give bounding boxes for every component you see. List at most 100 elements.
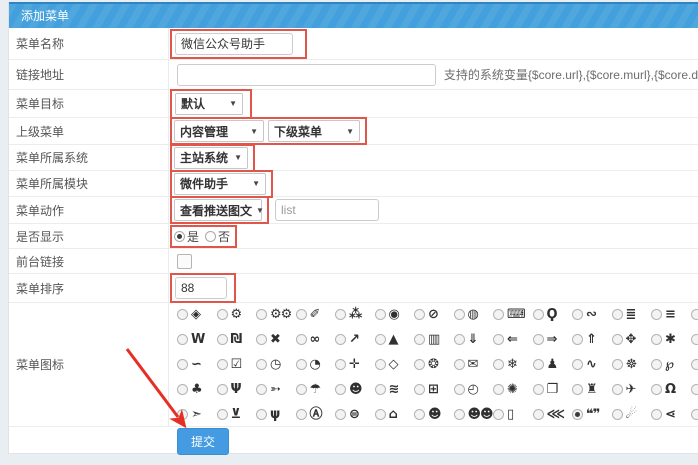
radio-icon[interactable] [177,334,188,345]
icon-option-tablet[interactable]: ▯ [493,408,533,421]
icon-option-envelope[interactable]: ✉ [454,358,494,371]
icon-option-arrow-circle-down[interactable]: ⇓ [454,333,494,346]
icon-option-check-square[interactable]: ☑ [217,358,257,371]
radio-icon[interactable] [177,359,188,370]
radio-icon[interactable] [177,384,188,395]
radio-icon[interactable] [256,409,267,420]
icon-option-list-ul[interactable]: ≣ [612,308,652,321]
icon-option-asterisk[interactable]: ✱ [651,333,691,346]
icon-option-diamond[interactable]: ◇ [375,358,415,371]
radio-icon[interactable] [533,334,544,345]
radio-icon[interactable] [217,309,228,320]
radio-icon[interactable] [335,309,346,320]
radio-icon[interactable] [572,409,583,420]
radio-icon[interactable] [217,334,228,345]
sub-menu-select[interactable]: 下级菜单 ▼ [268,120,360,142]
radio-icon[interactable] [612,309,623,320]
icon-option-w-signature[interactable]: W [177,333,217,346]
icon-option-line-chart[interactable]: ↗ [335,333,375,346]
icon-option-clone[interactable]: ❐ [533,383,573,396]
icon-option-street-view[interactable]: ♟ [533,358,573,371]
icon-option-pin-p[interactable]: ℘ [651,358,691,371]
radio-icon[interactable] [493,359,504,370]
icon-option-user-circle-solid[interactable]: ☻ [414,408,454,421]
icon-option-squiggle[interactable]: ∿ [572,358,612,371]
icon-option-share-alt[interactable]: ⋖ [651,408,691,421]
icon-option-wechat[interactable]: ❝❞ [572,408,612,421]
icon-option-align-justify[interactable]: ≡ [651,308,691,321]
radio-icon[interactable] [217,384,228,395]
icon-option-microphone[interactable]: ψ [256,408,296,421]
radio-icon[interactable] [217,409,228,420]
icon-option-laptop[interactable]: ⌨ [493,308,533,321]
icon-option-university[interactable]: ♜ [572,383,612,396]
icon-option-home[interactable]: ⌂ [375,408,415,421]
icon-option-partial[interactable] [691,384,698,395]
icon-option-partial[interactable] [691,409,698,420]
menu-module-select[interactable]: 微件助手 ▼ [174,173,266,195]
icon-option-yelp[interactable]: ✺ [493,383,533,396]
icon-option-chain[interactable]: ∽ [177,358,217,371]
radio-icon[interactable] [612,384,623,395]
menu-action-select[interactable]: 查看推送图文 ▼ [174,199,262,221]
radio-icon[interactable] [691,309,698,320]
icon-option-codepen[interactable]: ◈ [177,308,217,321]
radio-icon[interactable] [533,309,544,320]
radio-icon[interactable] [454,359,465,370]
radio-icon[interactable] [256,359,267,370]
icon-option-wifi[interactable]: ≋ [375,383,415,396]
icon-option-tree[interactable]: ♣ [177,383,217,396]
icon-option-cog[interactable]: ⚙ [217,308,257,321]
radio-icon[interactable] [256,384,267,395]
icon-option-fighter-jet[interactable]: ✈ [612,383,652,396]
icon-option-partial[interactable] [691,359,698,370]
icon-option-life-ring[interactable]: ☸ [612,358,652,371]
icon-option-globe[interactable]: ◍ [454,308,494,321]
radio-icon[interactable] [572,334,583,345]
radio-icon[interactable] [651,309,662,320]
icon-option-clock[interactable]: ◷ [256,358,296,371]
icon-option-snowflake[interactable]: ❄ [493,358,533,371]
submit-button[interactable]: 提交 [177,428,229,455]
parent-menu-select[interactable]: 内容管理 ▼ [174,120,264,142]
icon-option-partial[interactable] [691,334,698,345]
radio-icon[interactable] [691,359,698,370]
radio-icon[interactable] [612,409,623,420]
icon-option-weibo[interactable]: ☄ [612,408,652,421]
radio-icon[interactable] [691,334,698,345]
icon-option-partial[interactable] [691,309,698,320]
radio-icon[interactable] [296,359,307,370]
icon-option-windows[interactable]: ⊞ [414,383,454,396]
radio-icon[interactable] [414,384,425,395]
radio-icon[interactable] [493,309,504,320]
radio-icon[interactable] [414,309,425,320]
menu-system-select[interactable]: 主站系统 ▼ [174,147,248,169]
icon-option-trophy[interactable]: Ψ [217,383,257,396]
menu-name-input[interactable] [175,33,293,55]
visible-yes-radio[interactable]: 是 [174,228,199,245]
icon-option-arrow-circle-right[interactable]: ⇒ [533,333,573,346]
radio-icon[interactable] [651,334,662,345]
radio-icon[interactable] [296,309,307,320]
radio-icon[interactable] [296,384,307,395]
radio-icon[interactable] [651,384,662,395]
radio-icon[interactable] [572,384,583,395]
radio-icon[interactable] [612,359,623,370]
radio-icon[interactable] [375,309,386,320]
radio-icon[interactable] [335,409,346,420]
radio-icon[interactable] [572,359,583,370]
icon-option-pie-chart[interactable]: ◔ [296,358,336,371]
visible-no-radio[interactable]: 否 [205,228,230,245]
radio-icon[interactable] [375,384,386,395]
icon-option-user-circle[interactable]: ☻ [335,383,375,396]
icon-option-waves[interactable]: ⋘ [533,408,573,421]
icon-option-infinity[interactable]: ∞ [296,333,336,346]
icon-option-eye[interactable]: ◉ [375,308,415,321]
radio-icon[interactable] [335,384,346,395]
radio-icon[interactable] [177,409,188,420]
icon-option-note-a[interactable]: Ⓐ [296,408,336,421]
radio-icon[interactable] [533,384,544,395]
icon-option-bar-chart[interactable]: ▥ [414,333,454,346]
radio-icon[interactable] [691,409,698,420]
radio-icon[interactable] [454,384,465,395]
